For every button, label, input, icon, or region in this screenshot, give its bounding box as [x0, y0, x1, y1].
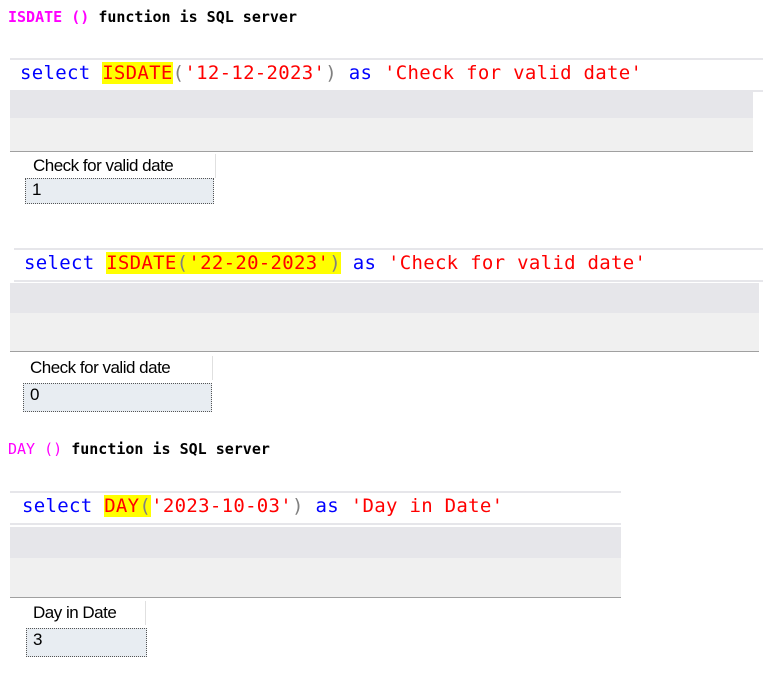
open-paren: (: [139, 495, 152, 517]
sql-statement: select DAY('2023-10-03') as 'Day in Date…: [22, 495, 503, 517]
as-keyword: as: [315, 495, 340, 517]
function-name: DAY: [104, 495, 140, 517]
function-argument: '22-20-2023': [188, 252, 330, 274]
function-argument: '2023-10-03': [151, 495, 293, 517]
select-keyword: select: [22, 495, 93, 517]
query-editor-line[interactable]: select DAY('2023-10-03') as 'Day in Date…: [10, 491, 621, 525]
result-cell[interactable]: 0: [23, 383, 212, 412]
sql-statement: select ISDATE('12-12-2023') as 'Check fo…: [20, 62, 642, 84]
results-toolbar: [10, 92, 753, 118]
open-paren: (: [172, 62, 185, 84]
result-cell[interactable]: 3: [26, 628, 147, 657]
heading-function-name: ISDATE (): [8, 8, 90, 26]
column-alias: 'Check for valid date': [387, 252, 647, 274]
results-toolbar: [10, 283, 759, 313]
function-name: ISDATE: [106, 252, 177, 274]
select-keyword: select: [24, 252, 95, 274]
open-paren: (: [176, 252, 189, 274]
close-paren: ): [325, 62, 337, 84]
function-name: ISDATE: [102, 62, 173, 84]
results-tabs-area: [10, 118, 753, 152]
function-argument: '12-12-2023': [184, 62, 326, 84]
query-editor-line[interactable]: select ISDATE('12-12-2023') as 'Check fo…: [10, 58, 763, 92]
result-column-header[interactable]: Day in Date: [25, 601, 146, 625]
heading-function-name: DAY (): [8, 440, 63, 458]
query-editor-line[interactable]: select ISDATE('22-20-2023') as 'Check fo…: [14, 248, 763, 282]
close-paren: ): [329, 252, 341, 274]
close-paren: ): [292, 495, 304, 517]
heading-text: function is SQL server: [98, 8, 297, 26]
isdate-heading: ISDATE () function is SQL server: [8, 8, 297, 26]
sql-statement: select ISDATE('22-20-2023') as 'Check fo…: [24, 252, 646, 274]
results-toolbar: [10, 527, 621, 558]
column-alias: 'Day in Date': [350, 495, 504, 517]
as-keyword: as: [348, 62, 373, 84]
day-heading: DAY () function is SQL server: [8, 440, 270, 458]
results-tabs-area: [10, 313, 759, 352]
result-column-header[interactable]: Check for valid date: [22, 356, 213, 380]
column-alias: 'Check for valid date': [383, 62, 643, 84]
heading-text: function is SQL server: [71, 440, 270, 458]
result-cell[interactable]: 1: [25, 178, 214, 204]
select-keyword: select: [20, 62, 91, 84]
results-tabs-area: [10, 558, 621, 598]
result-column-header[interactable]: Check for valid date: [25, 154, 216, 178]
as-keyword: as: [352, 252, 377, 274]
